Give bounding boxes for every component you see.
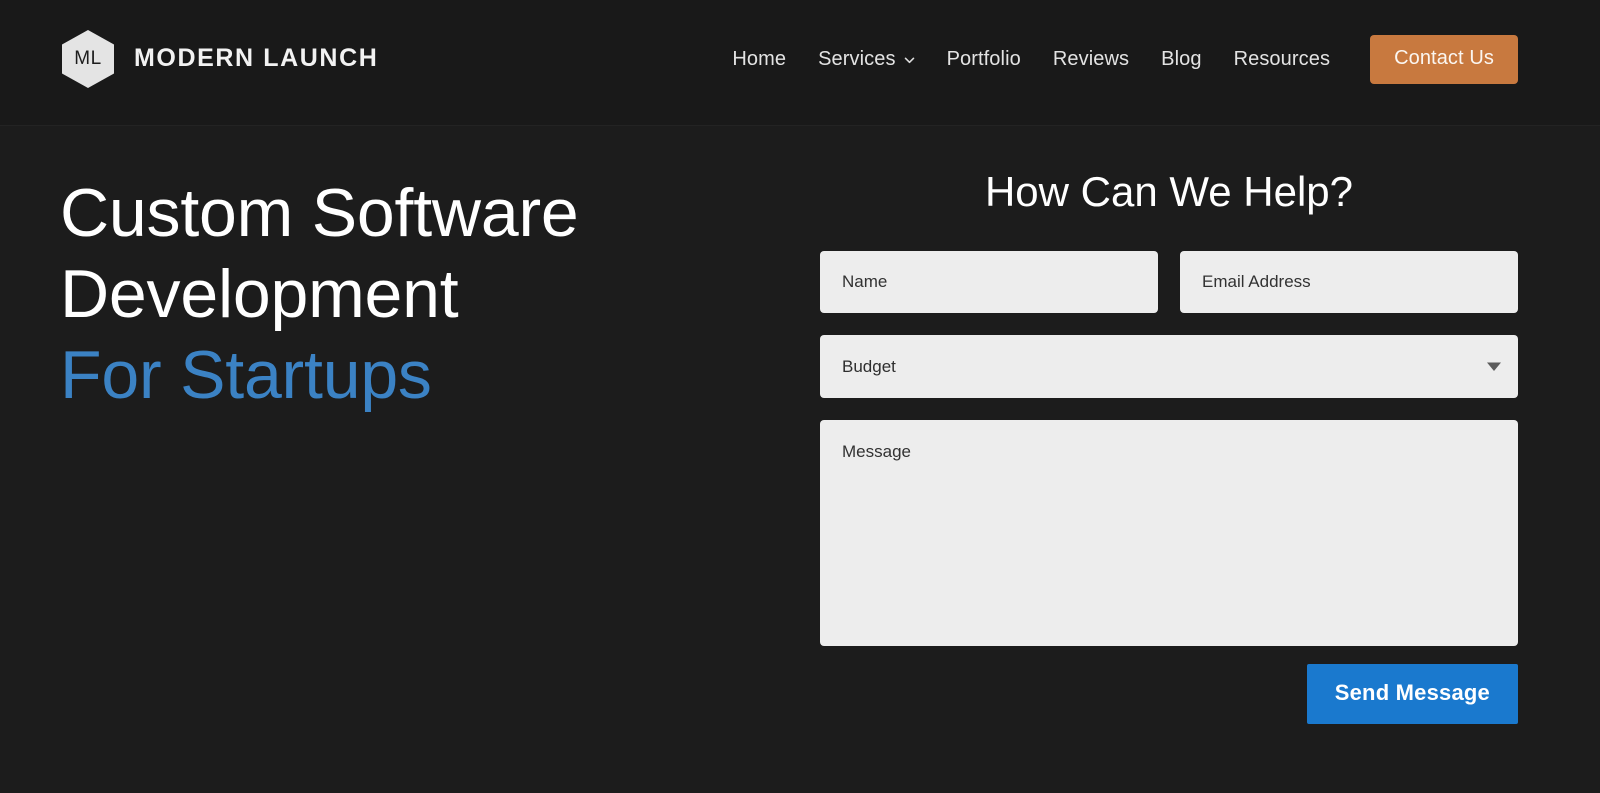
form-actions: Send Message	[820, 664, 1518, 724]
chevron-down-icon	[904, 55, 915, 66]
nav-item-label: Services	[818, 48, 896, 70]
hexagon-icon: ML	[60, 29, 116, 89]
nav-item-portfolio[interactable]: Portfolio	[931, 42, 1037, 77]
nav-item-label: Resources	[1233, 48, 1331, 70]
form-row-name-email	[820, 251, 1518, 313]
name-field-wrap	[820, 251, 1158, 313]
form-title: How Can We Help?	[984, 168, 1354, 215]
nav-item-home[interactable]: Home	[716, 42, 802, 77]
page-root: ML MODERN LAUNCH Home Services Portfolio	[0, 0, 1600, 793]
message-textarea[interactable]	[820, 420, 1518, 646]
send-message-button[interactable]: Send Message	[1306, 664, 1518, 724]
contact-us-button[interactable]: Contact Us	[1370, 35, 1518, 84]
headline-accent: For Startups	[60, 337, 432, 413]
budget-field-wrap: Budget	[820, 335, 1518, 398]
brand-logo[interactable]: ML MODERN LAUNCH	[60, 29, 378, 89]
site-header: ML MODERN LAUNCH Home Services Portfolio	[0, 0, 1600, 126]
nav-item-resources[interactable]: Resources	[1218, 42, 1347, 77]
nav-item-label: Blog	[1161, 48, 1202, 70]
main-navigation: Home Services Portfolio Reviews Blog Res…	[716, 35, 1518, 84]
nav-item-label: Reviews	[1052, 48, 1130, 70]
nav-item-label: Portfolio	[946, 48, 1021, 70]
name-input[interactable]	[820, 251, 1158, 313]
brand-name: MODERN LAUNCH	[134, 44, 379, 72]
nav-item-reviews[interactable]: Reviews	[1037, 42, 1145, 77]
hero-section: Custom Software Development For Startups…	[0, 126, 1600, 793]
contact-form: How Can We Help? Budget	[820, 126, 1518, 793]
nav-item-services[interactable]: Services	[802, 42, 931, 77]
budget-select[interactable]: Budget	[820, 335, 1518, 398]
email-field-wrap	[1180, 251, 1518, 313]
page-title: Custom Software Development For Startups	[60, 173, 820, 416]
logo-monogram: ML	[74, 47, 102, 69]
email-input[interactable]	[1180, 251, 1518, 313]
hero-copy: Custom Software Development For Startups	[60, 126, 820, 793]
headline-line-2: Development	[60, 256, 459, 332]
nav-item-blog[interactable]: Blog	[1145, 42, 1217, 77]
headline-line-1: Custom Software	[60, 175, 579, 251]
nav-item-label: Home	[732, 48, 787, 70]
